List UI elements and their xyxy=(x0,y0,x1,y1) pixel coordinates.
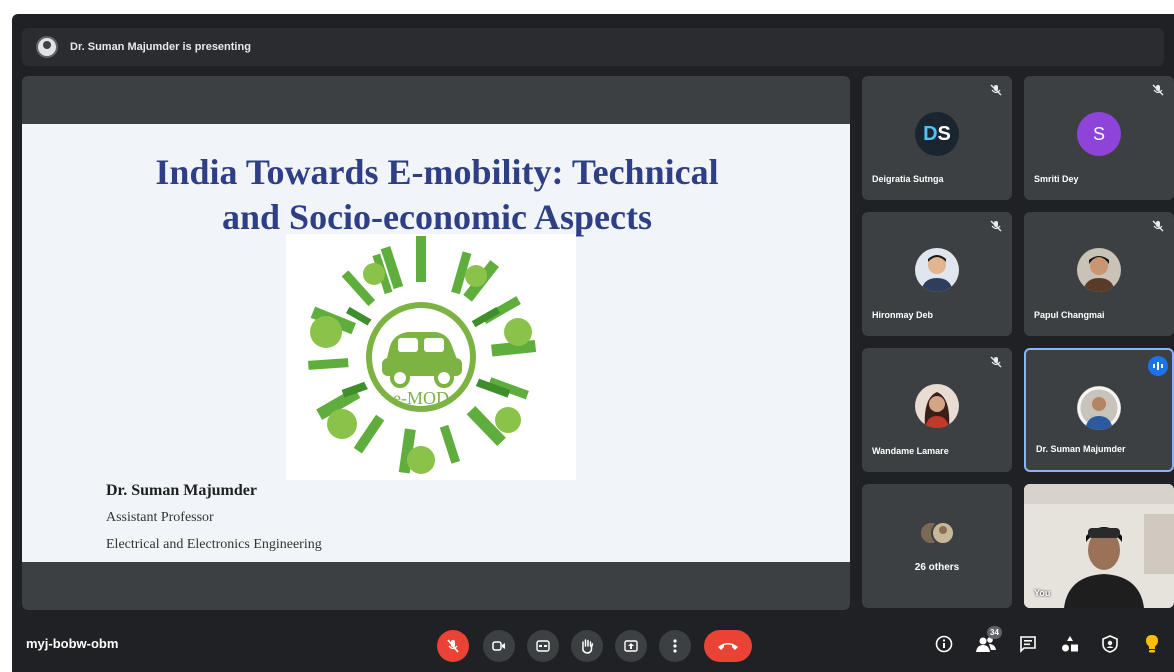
camera-toggle-button[interactable] xyxy=(483,630,515,662)
chat-button[interactable] xyxy=(1016,632,1040,656)
presenter-avatar xyxy=(36,36,58,58)
meet-window: Dr. Suman Majumder is presenting India T… xyxy=(12,14,1174,672)
participant-tile[interactable]: S Smriti Dey xyxy=(1024,76,1174,200)
more-icon xyxy=(673,639,677,653)
mic-toggle-button[interactable] xyxy=(437,630,469,662)
people-button[interactable]: 34 xyxy=(974,626,1002,656)
slide-title-line-1: India Towards E-mobility: Technical xyxy=(155,152,719,192)
speaking-indicator-icon xyxy=(1148,356,1168,376)
more-options-button[interactable] xyxy=(659,630,691,662)
slide-presenter-name: Dr. Suman Majumder xyxy=(106,482,257,499)
avatar: DS xyxy=(915,112,959,156)
host-controls-button[interactable] xyxy=(1098,632,1122,656)
others-tile[interactable]: 26 others xyxy=(862,484,1012,608)
bottom-control-bar: myj-bobw-obm 34 xyxy=(12,618,1174,672)
raise-hand-icon xyxy=(582,639,594,654)
slide-presenter-department: Electrical and Electronics Engineering xyxy=(106,537,322,552)
participant-name: Wandame Lamare xyxy=(872,446,949,456)
mic-off-icon xyxy=(1152,84,1164,96)
participant-name: Papul Changmai xyxy=(1034,310,1105,320)
mic-off-icon xyxy=(447,639,459,653)
captions-icon xyxy=(536,640,550,652)
meeting-code[interactable]: myj-bobw-obm xyxy=(26,636,118,651)
participant-name: Smriti Dey xyxy=(1034,174,1079,184)
emod-logo: e-MOD xyxy=(286,234,576,480)
avatar xyxy=(915,384,959,428)
participant-name: Deigratia Sutnga xyxy=(872,174,944,184)
leave-call-button[interactable] xyxy=(704,630,752,662)
present-now-button[interactable] xyxy=(615,630,647,662)
avatar xyxy=(1077,248,1121,292)
camera-icon xyxy=(492,641,505,651)
participant-name: Hironmay Deb xyxy=(872,310,934,320)
slide-title: India Towards E-mobility: Technical and … xyxy=(62,150,812,240)
presentation-slide: India Towards E-mobility: Technical and … xyxy=(22,124,850,562)
mic-off-icon xyxy=(990,220,1002,232)
activities-button[interactable] xyxy=(1058,632,1082,656)
mic-off-icon xyxy=(1152,220,1164,232)
mic-off-icon xyxy=(990,356,1002,368)
captions-button[interactable] xyxy=(527,630,559,662)
presentation-stage[interactable]: India Towards E-mobility: Technical and … xyxy=(22,76,850,610)
presenter-banner: Dr. Suman Majumder is presenting xyxy=(22,28,1164,66)
activities-icon xyxy=(1062,636,1078,652)
lightbulb-icon xyxy=(1146,635,1158,653)
avatar xyxy=(1077,386,1121,430)
avatar: S xyxy=(1077,112,1121,156)
slide-presenter-title: Assistant Professor xyxy=(106,510,214,525)
self-view-label: You xyxy=(1034,588,1051,598)
chat-icon xyxy=(1020,636,1036,653)
others-avatars xyxy=(919,521,955,545)
logo-text: e-MOD xyxy=(393,388,449,408)
avatar xyxy=(915,248,959,292)
presenter-banner-text: Dr. Suman Majumder is presenting xyxy=(70,41,251,53)
participant-tile[interactable]: Papul Changmai xyxy=(1024,212,1174,336)
info-icon xyxy=(935,635,953,653)
end-call-icon xyxy=(718,643,738,650)
others-count: 26 others xyxy=(914,562,960,573)
mic-off-icon xyxy=(990,84,1002,96)
raise-hand-button[interactable] xyxy=(571,630,603,662)
people-count-badge: 34 xyxy=(987,626,1002,639)
participant-tile[interactable]: DS Deigratia Sutnga xyxy=(862,76,1012,200)
participant-tile-active[interactable]: Dr. Suman Majumder xyxy=(1024,348,1174,472)
participant-tile[interactable]: Wandame Lamare xyxy=(862,348,1012,472)
participant-tile[interactable]: Hironmay Deb xyxy=(862,212,1012,336)
present-icon xyxy=(624,640,638,652)
companion-lightbulb-button[interactable] xyxy=(1140,632,1164,656)
participant-name: Dr. Suman Majumder xyxy=(1036,444,1126,454)
host-controls-icon xyxy=(1102,635,1118,653)
meeting-details-button[interactable] xyxy=(932,632,956,656)
self-view-tile[interactable]: You xyxy=(1024,484,1174,608)
